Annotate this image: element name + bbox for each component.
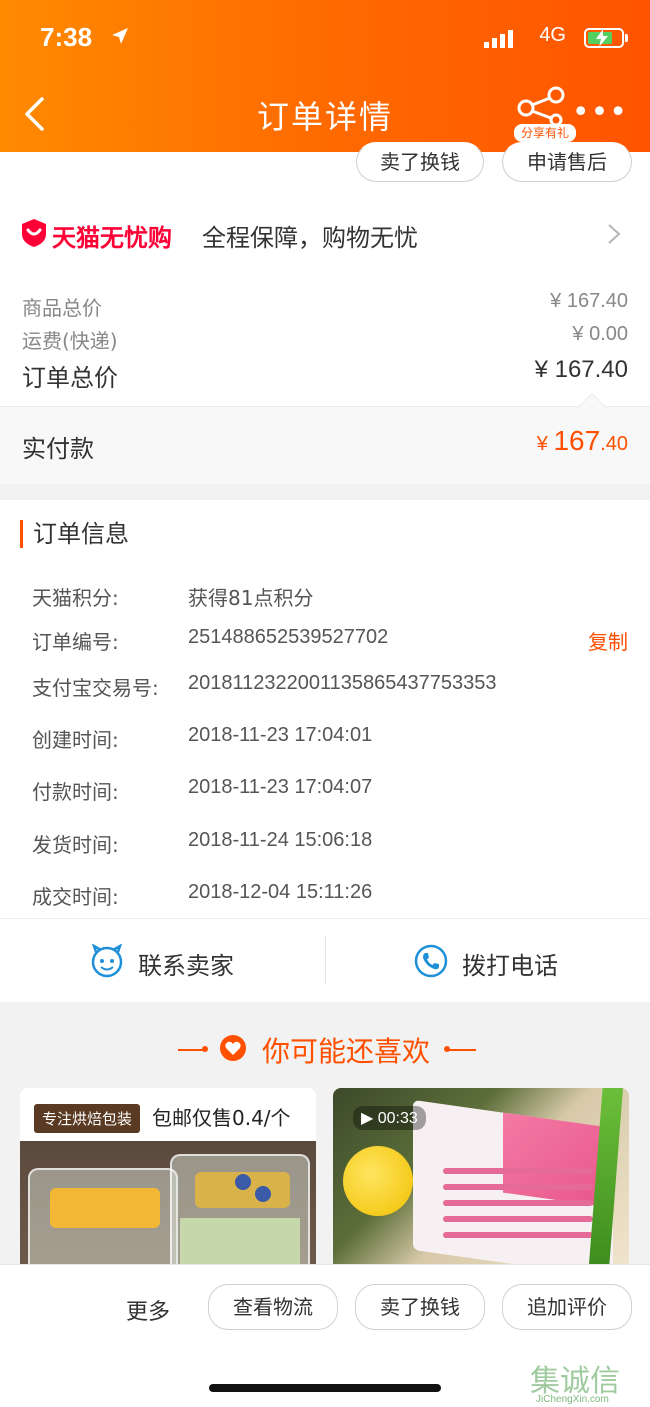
shipped-time: 2018-11-24 15:06:18 — [188, 829, 373, 851]
shipping-label: 运费(快递) — [22, 329, 118, 353]
info-label: 付款时间: — [32, 780, 119, 804]
tmall-logo-icon — [22, 219, 46, 247]
status-time: 7:38 — [40, 22, 93, 52]
header-bar: 7:38 4G 订单详情 分享有礼 ••• — [0, 0, 650, 152]
product-promo-text: 包邮仅售0.4/个 — [152, 1106, 291, 1130]
more-actions[interactable]: 更多 — [126, 1294, 170, 1326]
copy-button[interactable]: 复制 — [588, 626, 628, 655]
goods-total-value: ¥ 167.40 — [550, 290, 628, 312]
tmall-desc[interactable]: 全程保障，购物无忧 — [202, 218, 418, 253]
info-label: 支付宝交易号: — [32, 676, 159, 700]
tea-box-image — [413, 1099, 613, 1264]
paid-label: 实付款 — [22, 435, 94, 463]
lemon-image — [343, 1146, 413, 1216]
alipay-trade-number: 2018112322001135865437753353 — [188, 672, 497, 694]
order-total-label: 订单总价 — [22, 364, 118, 392]
call-phone-button[interactable]: 拨打电话 — [414, 940, 614, 984]
contact-seller-button[interactable]: 联系卖家 — [90, 940, 290, 984]
paid-row: 实付款 ¥ 167.40 — [0, 392, 650, 484]
deal-time: 2018-12-04 15:11:26 — [188, 881, 373, 903]
order-number: 251488652539527702 — [188, 626, 389, 648]
network-type: 4G — [539, 24, 566, 46]
watermark: 集诚信 JiChengXin.com — [530, 1364, 620, 1405]
chevron-right-icon[interactable] — [606, 222, 622, 246]
home-indicator[interactable] — [209, 1384, 441, 1392]
shipping-value: ¥ 0.00 — [572, 323, 628, 345]
product-card[interactable]: 专注烘焙包装 包邮仅售0.4/个 — [20, 1088, 316, 1264]
call-phone-label: 拨打电话 — [462, 952, 558, 980]
product-badge: 专注烘焙包装 — [34, 1104, 141, 1133]
share-button[interactable]: 分享有礼 — [514, 86, 576, 146]
paid-value: ¥ 167.40 — [536, 425, 628, 456]
order-info-title: 订单信息 — [20, 520, 129, 548]
info-value: 获得81点积分 — [188, 586, 314, 610]
paid-time: 2018-11-23 17:04:07 — [188, 776, 373, 798]
location-arrow-icon — [112, 28, 128, 44]
info-label: 订单编号: — [32, 630, 119, 654]
product-card[interactable]: ▶ 00:33 — [333, 1088, 629, 1264]
goods-total-label: 商品总价 — [22, 296, 102, 320]
sell-button[interactable]: 卖了换钱 — [355, 1284, 485, 1330]
chat-face-icon — [91, 944, 123, 978]
contact-seller-label: 联系卖家 — [138, 952, 234, 980]
add-review-button[interactable]: 追加评价 — [502, 1284, 632, 1330]
video-duration: ▶ 00:33 — [353, 1106, 426, 1130]
after-sale-button[interactable]: 申请售后 — [502, 142, 632, 182]
signal-icon — [484, 30, 513, 48]
status-bar: 7:38 4G — [40, 22, 628, 58]
more-menu-icon[interactable]: ••• — [572, 98, 628, 128]
info-label: 成交时间: — [32, 885, 119, 909]
phone-icon — [414, 944, 448, 978]
info-label: 天猫积分: — [32, 586, 119, 610]
view-logistics-button[interactable]: 查看物流 — [208, 1284, 338, 1330]
share-label: 分享有礼 — [514, 124, 576, 142]
share-icon — [517, 86, 565, 127]
recommend-title: 你可能还喜欢 — [261, 1035, 430, 1068]
sell-button-top[interactable]: 卖了换钱 — [356, 142, 484, 182]
tmall-brand[interactable]: 天猫无忧购 — [52, 218, 172, 253]
info-label: 发货时间: — [32, 833, 119, 857]
battery-icon — [584, 28, 628, 48]
created-time: 2018-11-23 17:04:01 — [188, 724, 373, 746]
order-total-value: ¥ 167.40 — [534, 356, 628, 383]
info-label: 创建时间: — [32, 728, 119, 752]
